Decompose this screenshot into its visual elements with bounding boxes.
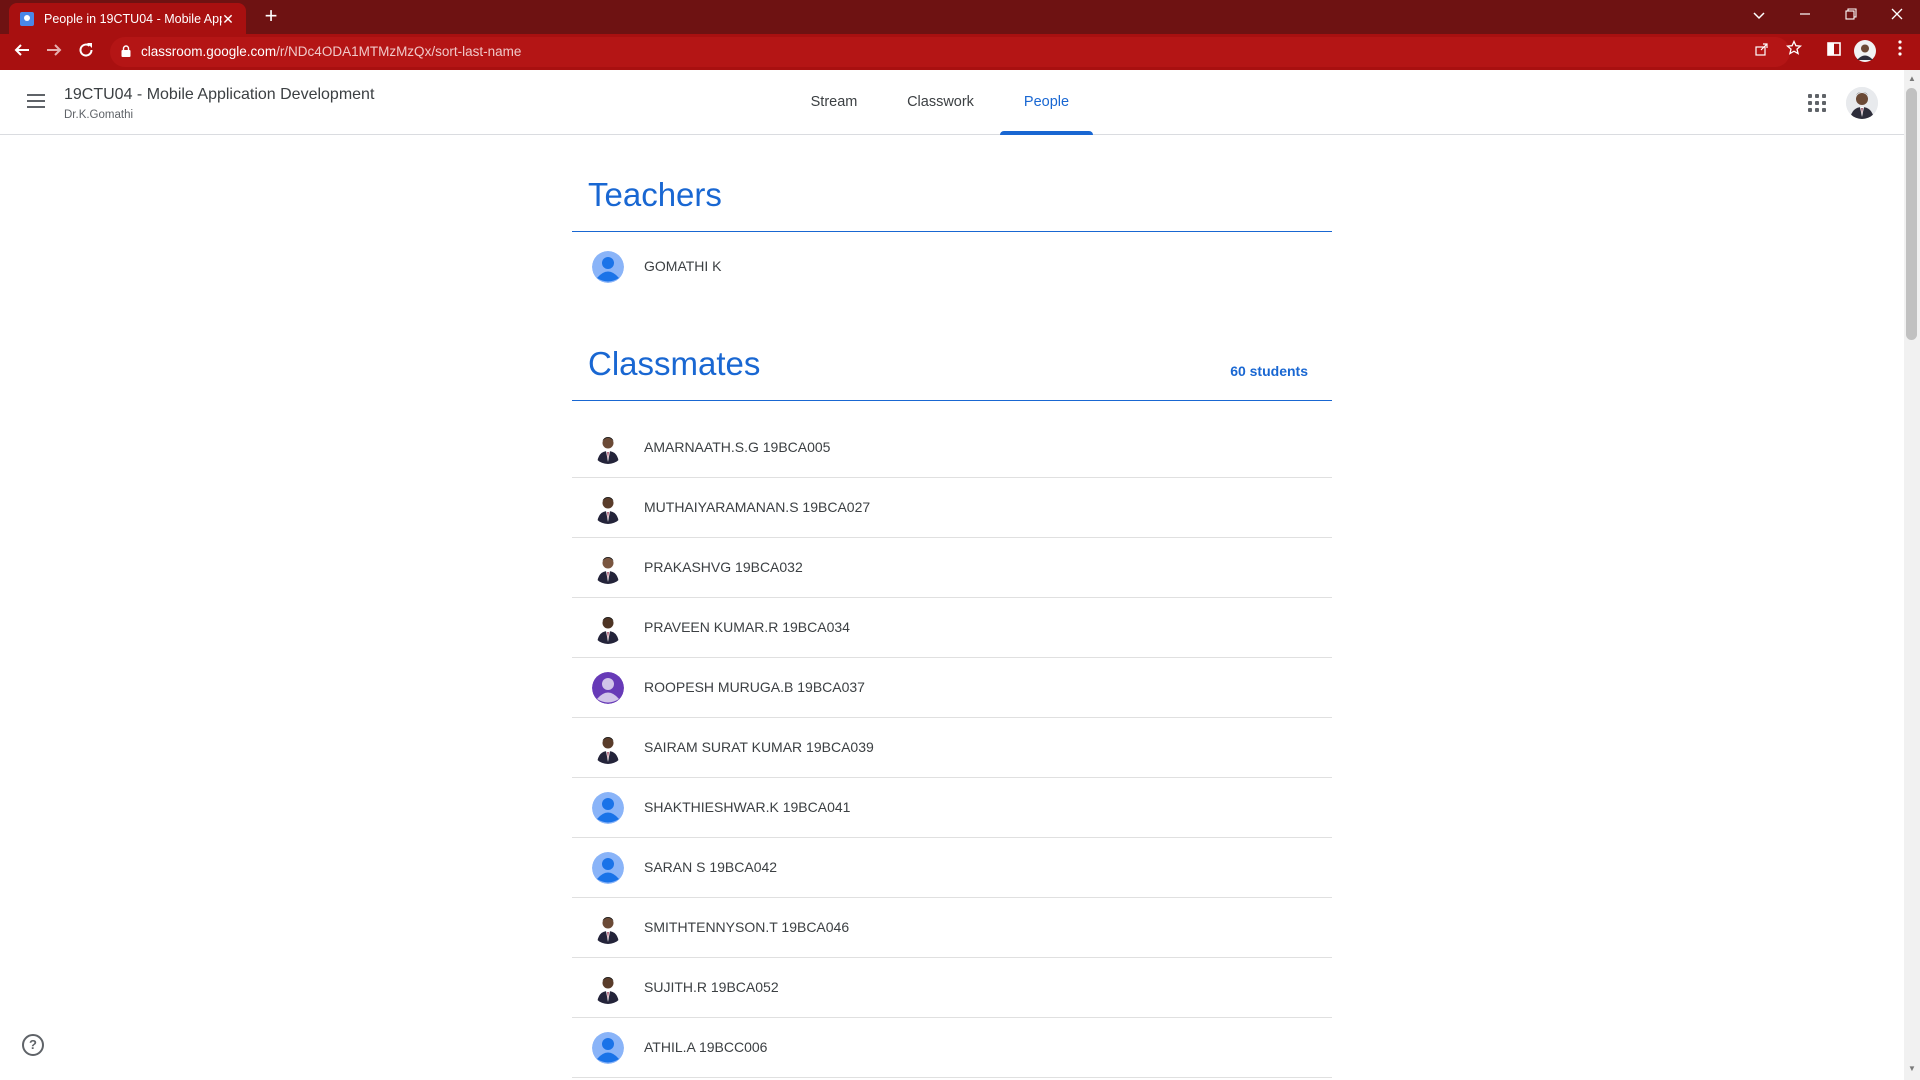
person-name: AMARNAATH.S.G 19BCA005 — [644, 439, 831, 455]
class-teacher-subtitle: Dr.K.Gomathi — [64, 109, 134, 121]
account-avatar[interactable] — [1846, 87, 1878, 119]
profile-photo-avatar — [592, 732, 624, 764]
classroom-header: 19CTU04 - Mobile Application Development… — [0, 70, 1904, 135]
profile-photo-avatar — [592, 552, 624, 584]
address-bar[interactable]: classroom.google.com/r/NDc4ODA1MTMzMzQx/… — [110, 37, 1790, 67]
more-vert-icon[interactable] — [1888, 40, 1912, 64]
teacher-row[interactable]: GOMATHI K — [572, 237, 1332, 297]
student-row[interactable]: SARAN S 19BCA042 — [572, 838, 1332, 898]
student-row[interactable]: PRAKASHVG 19BCA032 — [572, 538, 1332, 598]
tab-classwork-label: Classwork — [907, 94, 974, 110]
profile-photo-avatar — [592, 432, 624, 464]
classmates-heading: Classmates — [588, 345, 761, 382]
profile-photo-avatar — [592, 912, 624, 944]
teachers-heading: Teachers — [588, 176, 722, 213]
person-name: ATHIL.A 19BCC006 — [644, 1039, 768, 1055]
browser-toolbar: classroom.google.com/r/NDc4ODA1MTMzMzQx/… — [0, 34, 1920, 70]
profile-photo-avatar — [592, 972, 624, 1004]
default-person-avatar-icon — [592, 1032, 624, 1064]
person-name: GOMATHI K — [644, 258, 722, 274]
lock-icon — [121, 45, 131, 57]
person-name: SAIRAM SURAT KUMAR 19BCA039 — [644, 739, 874, 755]
student-row[interactable]: SHAKTHIESHWAR.K 19BCA041 — [572, 778, 1332, 838]
person-name: MUTHAIYARAMANAN.S 19BCA027 — [644, 499, 871, 515]
tab-title: People in 19CTU04 - Mobile Application D… — [44, 11, 222, 26]
person-name: SARAN S 19BCA042 — [644, 859, 778, 875]
scroll-up-arrow-icon[interactable]: ▲ — [1907, 74, 1917, 86]
student-row[interactable]: PRAVEEN KUMAR.R 19BCA034 — [572, 598, 1332, 658]
new-tab-button[interactable]: + — [258, 4, 284, 30]
browser-tab-strip: People in 19CTU04 - Mobile Application D… — [0, 0, 1920, 34]
back-arrow-icon[interactable] — [8, 38, 36, 66]
student-row[interactable]: SUJITH.R 19BCA052 — [572, 958, 1332, 1018]
tab-people-label: People — [1023, 94, 1070, 110]
url-text[interactable]: classroom.google.com/r/NDc4ODA1MTMzMzQx/… — [141, 44, 521, 59]
person-name: SHAKTHIESHWAR.K 19BCA041 — [644, 799, 851, 815]
person-name: ROOPESH MURUGA.B 19BCA037 — [644, 679, 865, 695]
default-person-avatar-icon — [592, 852, 624, 884]
student-row[interactable]: SAIRAM SURAT KUMAR 19BCA039 — [572, 718, 1332, 778]
student-row[interactable]: ATHIL.A 19BCC006 — [572, 1018, 1332, 1078]
browser-profile-avatar[interactable] — [1853, 40, 1877, 64]
tab-stream[interactable]: Stream — [808, 94, 860, 135]
default-person-avatar-icon — [592, 672, 624, 704]
person-name: PRAKASHVG 19BCA032 — [644, 559, 803, 575]
browser-tab-active[interactable]: People in 19CTU04 - Mobile Application D… — [9, 3, 246, 34]
main-menu-icon[interactable] — [24, 90, 48, 114]
classroom-favicon-icon — [20, 11, 34, 26]
person-name: SUJITH.R 19BCA052 — [644, 979, 779, 995]
google-apps-icon[interactable] — [1805, 91, 1829, 115]
teachers-divider — [572, 231, 1332, 232]
tab-search-icon[interactable] — [1736, 0, 1782, 30]
profile-photo-avatar — [592, 612, 624, 644]
restore-icon[interactable] — [1828, 0, 1874, 30]
class-title[interactable]: 19CTU04 - Mobile Application Development — [64, 86, 374, 104]
tab-people[interactable]: People — [1000, 94, 1093, 135]
reload-icon[interactable] — [72, 38, 100, 66]
student-row[interactable]: SMITHTENNYSON.T 19BCA046 — [572, 898, 1332, 958]
person-name: SMITHTENNYSON.T 19BCA046 — [644, 919, 850, 935]
classmates-divider — [572, 400, 1332, 401]
minimize-icon[interactable] — [1782, 0, 1828, 30]
student-row[interactable]: ROOPESH MURUGA.B 19BCA037 — [572, 658, 1332, 718]
tab-classwork[interactable]: Classwork — [903, 94, 978, 135]
tab-close-icon[interactable]: ✕ — [218, 9, 238, 29]
default-person-avatar-icon — [592, 251, 624, 283]
student-row[interactable]: MUTHAIYARAMANAN.S 19BCA027 — [572, 478, 1332, 538]
close-window-icon[interactable] — [1874, 0, 1920, 30]
url-path: /r/NDc4ODA1MTMzMzQx/sort-last-name — [276, 44, 522, 59]
scrollbar-thumb[interactable] — [1906, 88, 1917, 340]
forward-arrow-icon[interactable] — [40, 38, 68, 66]
student-row[interactable]: AMARNAATH.S.G 19BCA005 — [572, 418, 1332, 478]
student-count: 60 students — [1230, 363, 1308, 379]
tab-stream-label: Stream — [810, 94, 858, 110]
side-panel-icon[interactable] — [1822, 40, 1846, 64]
bookmark-star-icon[interactable] — [1782, 39, 1806, 64]
person-name: PRAVEEN KUMAR.R 19BCA034 — [644, 619, 850, 635]
profile-photo-avatar — [592, 492, 624, 524]
help-icon[interactable]: ? — [22, 1034, 44, 1056]
active-tab-indicator — [1000, 131, 1093, 135]
share-icon[interactable] — [1752, 42, 1772, 62]
url-domain: classroom.google.com — [141, 44, 277, 59]
scroll-down-arrow-icon[interactable]: ▼ — [1907, 1064, 1917, 1076]
default-person-avatar-icon — [592, 792, 624, 824]
